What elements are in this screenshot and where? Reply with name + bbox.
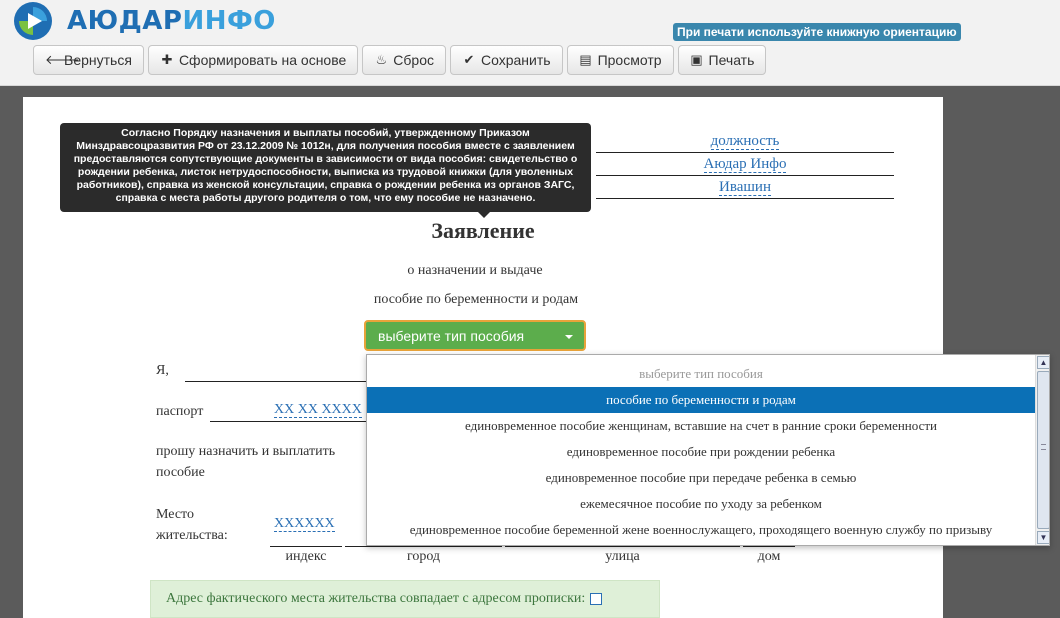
dropdown-scrollbar[interactable]: ▲ ▼: [1035, 355, 1049, 545]
brand-part1: АЮДАР: [67, 6, 183, 36]
request-line1: прошу назначить и выплатить: [156, 444, 336, 459]
checkmark-icon: ✔: [463, 52, 475, 67]
benefit-type-dropdown: выберите тип пособия пособие по беременн…: [366, 354, 1050, 546]
dropdown-option[interactable]: выберите тип пособия: [367, 361, 1035, 387]
dropdown-option[interactable]: единовременное пособие женщинам, вставши…: [367, 413, 1035, 439]
position-field[interactable]: должность: [596, 133, 894, 153]
passport-value[interactable]: XX XX XXXX: [274, 402, 362, 418]
dropdown-option[interactable]: единовременное пособие при передаче ребе…: [367, 465, 1035, 491]
reset-button[interactable]: ♨ Сброс: [362, 45, 446, 75]
postal-index-value[interactable]: XXXXXX: [274, 516, 335, 532]
logo[interactable]: АЮДАРИНФО: [13, 1, 276, 41]
save-button[interactable]: ✔ Сохранить: [450, 45, 563, 75]
same-address-label: Адрес фактического места жительства совп…: [166, 591, 586, 606]
scrollbar-thumb[interactable]: [1037, 371, 1049, 529]
street-line: [505, 546, 740, 547]
city-line: [345, 546, 502, 547]
grip-icon: [1041, 444, 1046, 450]
postal-index-field[interactable]: XXXXXX: [274, 516, 335, 532]
dropdown-option[interactable]: ежемесячное пособие по уходу за ребенком: [367, 491, 1035, 517]
print-button[interactable]: ▣ Печать: [677, 45, 767, 75]
brand-name: АЮДАРИНФО: [67, 6, 276, 36]
company-field[interactable]: Аюдар Инфо: [596, 156, 894, 176]
arrow-left-icon: 🡐: [45, 52, 80, 67]
fire-icon: ♨: [375, 52, 388, 67]
toolbar: 🡐 Вернуться ✚ Сформировать на основе ♨ Сбро…: [33, 45, 770, 75]
passport-field[interactable]: XX XX XXXX: [274, 402, 362, 418]
back-button-label: Вернуться: [64, 52, 132, 68]
dropdown-option[interactable]: единовременное пособие при рождении ребе…: [367, 439, 1035, 465]
create-button-label: Сформировать на основе: [178, 52, 347, 68]
house-line: [743, 546, 795, 547]
save-button-label: Сохранить: [481, 52, 551, 68]
brand-part2: ИНФО: [182, 6, 276, 36]
name-value[interactable]: Ивашин: [719, 179, 771, 196]
chevron-down-icon: [565, 335, 573, 339]
plus-icon: ✚: [161, 52, 173, 67]
same-address-checkbox[interactable]: [590, 593, 603, 605]
passport-label: паспорт: [156, 404, 204, 419]
benefit-type-select[interactable]: выберите тип пособия: [364, 320, 586, 351]
same-address-box: Адрес фактического места жительства совп…: [150, 580, 660, 618]
back-button[interactable]: 🡐 Вернуться: [33, 45, 144, 75]
city-caption: город: [406, 549, 441, 564]
list-icon: ▤: [579, 52, 592, 67]
residence-label-2: жительства:: [156, 528, 228, 543]
app-header: АЮДАРИНФО При печати используйте книжную…: [0, 0, 1060, 86]
fullname-line[interactable]: [185, 381, 367, 382]
residence-label-1: Место: [156, 507, 194, 522]
document-subtitle: о назначении и выдаче: [407, 263, 543, 278]
scroll-up-icon[interactable]: ▲: [1037, 356, 1049, 369]
i-label: Я,: [156, 363, 169, 378]
printer-icon: ▣: [690, 52, 703, 67]
index-line: [270, 546, 342, 547]
scroll-down-icon[interactable]: ▼: [1037, 531, 1049, 544]
request-line2: пособие: [156, 465, 205, 480]
create-based-on-button[interactable]: ✚ Сформировать на основе: [147, 45, 359, 75]
preview-button[interactable]: ▤ Просмотр: [566, 45, 674, 75]
logo-icon: [14, 2, 52, 40]
reset-button-label: Сброс: [393, 52, 434, 68]
company-value[interactable]: Аюдар Инфо: [703, 156, 787, 173]
tooltip-text: Согласно Порядку назначения и выплаты по…: [73, 127, 578, 204]
benefit-select-value: выберите тип пособия: [378, 327, 525, 344]
dropdown-option-selected[interactable]: пособие по беременности и родам: [367, 387, 1035, 413]
document-title: Заявление: [431, 218, 535, 243]
passport-line: [210, 421, 367, 422]
benefit-type-text: пособие по беременности и родам: [373, 292, 579, 307]
preview-button-label: Просмотр: [597, 52, 662, 68]
index-caption: индекс: [285, 549, 327, 564]
print-orientation-hint: При печати используйте книжную ориентаци…: [673, 23, 961, 41]
help-tooltip: Согласно Порядку назначения и выплаты по…: [60, 123, 591, 218]
street-caption: улица: [605, 549, 640, 564]
name-field[interactable]: Ивашин: [596, 179, 894, 199]
dropdown-option[interactable]: единовременное пособие беременной жене в…: [367, 517, 1035, 543]
print-button-label: Печать: [708, 52, 755, 68]
position-value[interactable]: должность: [710, 133, 780, 150]
house-caption: дом: [757, 549, 781, 564]
